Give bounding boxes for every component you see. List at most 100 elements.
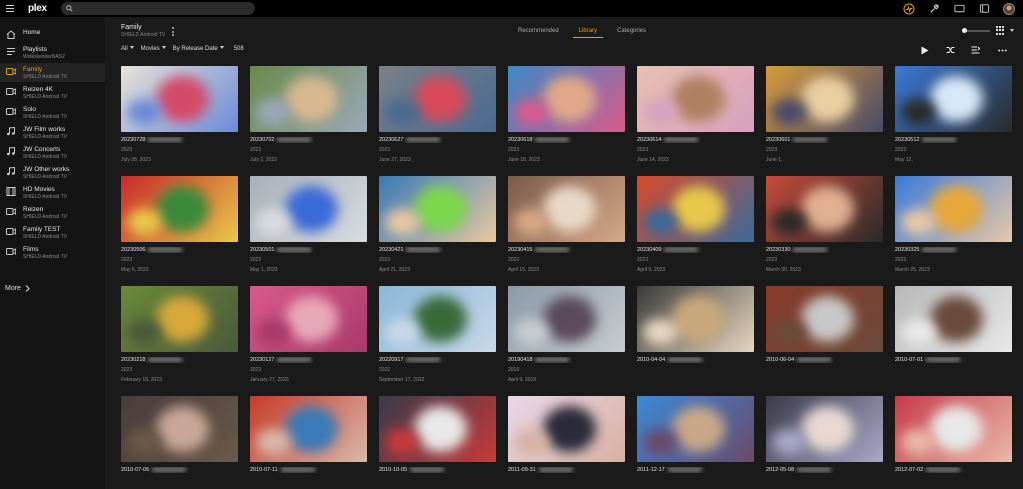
tile-thumbnail[interactable] [766, 66, 883, 132]
library-tile[interactable]: 2010-06-04 [766, 286, 883, 367]
sidebar-item-jw-concerts[interactable]: JW Concerts SHIELD Android TV [0, 143, 105, 162]
library-tile[interactable]: 2011-09-31 [508, 396, 625, 477]
tile-thumbnail[interactable] [379, 66, 496, 132]
tile-thumbnail[interactable] [508, 176, 625, 242]
tile-title[interactable]: 20230614 [637, 137, 754, 143]
user-avatar[interactable] [1003, 2, 1015, 15]
library-tile[interactable]: 20230728 2023 July 28, 2023 [121, 66, 238, 163]
tile-title[interactable]: 20230601 [766, 137, 883, 143]
cast-icon[interactable] [953, 3, 965, 15]
more-options-icon[interactable] [998, 45, 1007, 55]
tile-title[interactable]: 20230702 [250, 137, 367, 143]
tile-thumbnail[interactable] [895, 176, 1012, 242]
tile-thumbnail[interactable] [508, 396, 625, 462]
library-tile[interactable]: 20230614 2023 June 14, 2023 [637, 66, 754, 163]
sidebar-item-family[interactable]: Family SHIELD Android TV [0, 63, 105, 82]
library-tile[interactable]: 20230618 2023 June 18, 2023 [508, 66, 625, 163]
view-caret-icon[interactable] [1010, 29, 1014, 32]
tile-thumbnail[interactable] [637, 286, 754, 352]
search-input[interactable] [76, 5, 246, 12]
shuffle-icon[interactable] [946, 45, 955, 55]
tile-title[interactable]: 2010-07-06 [121, 467, 238, 473]
plex-logo[interactable]: plex [28, 3, 47, 14]
tile-title[interactable]: 2012-07-02 [895, 467, 1012, 473]
tile-title[interactable]: 20230728 [121, 137, 238, 143]
tile-thumbnail[interactable] [121, 396, 238, 462]
tile-title[interactable]: 2010-07-01 [895, 357, 1012, 363]
tile-title[interactable]: 20230127 [250, 357, 367, 363]
tile-title[interactable]: 2010-04-04 [637, 357, 754, 363]
library-tile[interactable]: 2010-07-01 [895, 286, 1012, 367]
tile-thumbnail[interactable] [250, 396, 367, 462]
menu-icon[interactable] [0, 0, 20, 17]
filter-type[interactable]: Movies [141, 46, 166, 52]
library-more-icon[interactable] [171, 27, 174, 36]
tile-title[interactable]: 20230409 [637, 247, 754, 253]
sidebar-item-family-test[interactable]: Family TEST SHIELD Android TV [0, 223, 105, 242]
tab-categories[interactable]: Categories [611, 26, 652, 38]
tile-title[interactable]: 20230421 [379, 247, 496, 253]
library-tile[interactable]: 20230506 2023 May 6, 2023 [121, 176, 238, 273]
tile-thumbnail[interactable] [895, 66, 1012, 132]
tile-thumbnail[interactable] [895, 396, 1012, 462]
library-tile[interactable]: 2010-07-06 [121, 396, 238, 477]
tile-title[interactable]: 20230506 [121, 247, 238, 253]
tile-thumbnail[interactable] [766, 286, 883, 352]
tile-thumbnail[interactable] [637, 396, 754, 462]
tile-title[interactable]: 20230627 [379, 137, 496, 143]
tab-recommended[interactable]: Recommended [512, 26, 565, 38]
tile-title[interactable]: 20230512 [895, 137, 1012, 143]
library-tile[interactable]: 20230415 2023 April 15, 2023 [508, 176, 625, 273]
tile-title[interactable]: 20230415 [508, 247, 625, 253]
tile-thumbnail[interactable] [508, 66, 625, 132]
tile-title[interactable]: 2011-12-17 [637, 467, 754, 473]
library-tile[interactable]: 20230512 2023 May 12, [895, 66, 1012, 163]
library-tile[interactable]: 20230702 2023 July 2, 2023 [250, 66, 367, 163]
tile-title[interactable]: 20230330 [766, 247, 883, 253]
library-tile[interactable]: 2010-07-11 [250, 396, 367, 477]
sidebar-item-hd-movies[interactable]: HD Movies SHIELD Android TV [0, 183, 105, 202]
tile-thumbnail[interactable] [379, 396, 496, 462]
tile-title[interactable]: 2010-06-04 [766, 357, 883, 363]
tile-title[interactable]: 2011-09-31 [508, 467, 625, 473]
activity-icon[interactable] [903, 3, 915, 15]
tile-title[interactable]: 20230618 [508, 137, 625, 143]
tile-title[interactable]: 2012-05-08 [766, 467, 883, 473]
sidebar-more[interactable]: More [5, 285, 30, 292]
tile-thumbnail[interactable] [250, 66, 367, 132]
library-tile[interactable]: 20230409 2023 April 9, 2023 [637, 176, 754, 273]
sidebar-item-jw-film-works[interactable]: JW Film works SHIELD Android TV [0, 123, 105, 142]
library-tile[interactable]: 20190418 2019 April 9, 2019 [508, 286, 625, 383]
tile-thumbnail[interactable] [379, 176, 496, 242]
filter-all[interactable]: All [121, 46, 134, 52]
filter-sort[interactable]: By Release Date [173, 46, 224, 52]
library-tile[interactable]: 2012-07-02 [895, 396, 1012, 477]
tile-thumbnail[interactable] [250, 176, 367, 242]
tile-thumbnail[interactable] [379, 286, 496, 352]
library-tile[interactable]: 2010-04-04 [637, 286, 754, 367]
tile-thumbnail[interactable] [121, 66, 238, 132]
queue-icon[interactable] [971, 45, 980, 55]
sidebar-item-reizen[interactable]: Reizen SHIELD Android TV [0, 203, 105, 222]
library-tile[interactable]: 2011-12-17 [637, 396, 754, 477]
tile-thumbnail[interactable] [766, 176, 883, 242]
tile-thumbnail[interactable] [637, 176, 754, 242]
sidebar-item-solo[interactable]: Solo SHIELD Android TV [0, 103, 105, 122]
sidebar-item-films[interactable]: Films SHIELD Android TV [0, 243, 105, 262]
tile-title[interactable]: 20230218 [121, 357, 238, 363]
tile-title[interactable]: 20230501 [250, 247, 367, 253]
zoom-slider-knob[interactable] [962, 28, 967, 33]
tile-thumbnail[interactable] [895, 286, 1012, 352]
tile-title[interactable]: 2010-10-05 [379, 467, 496, 473]
sidebar-item-reizen-4k[interactable]: Reizen 4K SHIELD Android TV [0, 83, 105, 102]
tile-thumbnail[interactable] [637, 66, 754, 132]
library-tile[interactable]: 2012-05-08 [766, 396, 883, 477]
library-tile[interactable]: 20230325 2023 March 25, 2023 [895, 176, 1012, 273]
library-tile[interactable]: 20230421 2023 April 21, 2023 [379, 176, 496, 273]
sidebar-item-playlists[interactable]: Playlists WolkskenderNAS2 [0, 43, 105, 62]
tab-library[interactable]: Library [572, 26, 604, 38]
library-tile[interactable]: 2010-10-05 [379, 396, 496, 477]
library-tile[interactable]: 20230501 2023 May 1, 2023 [250, 176, 367, 273]
library-tile[interactable]: 20220917 2022 September 17, 2022 [379, 286, 496, 383]
tile-title[interactable]: 2010-07-11 [250, 467, 367, 473]
